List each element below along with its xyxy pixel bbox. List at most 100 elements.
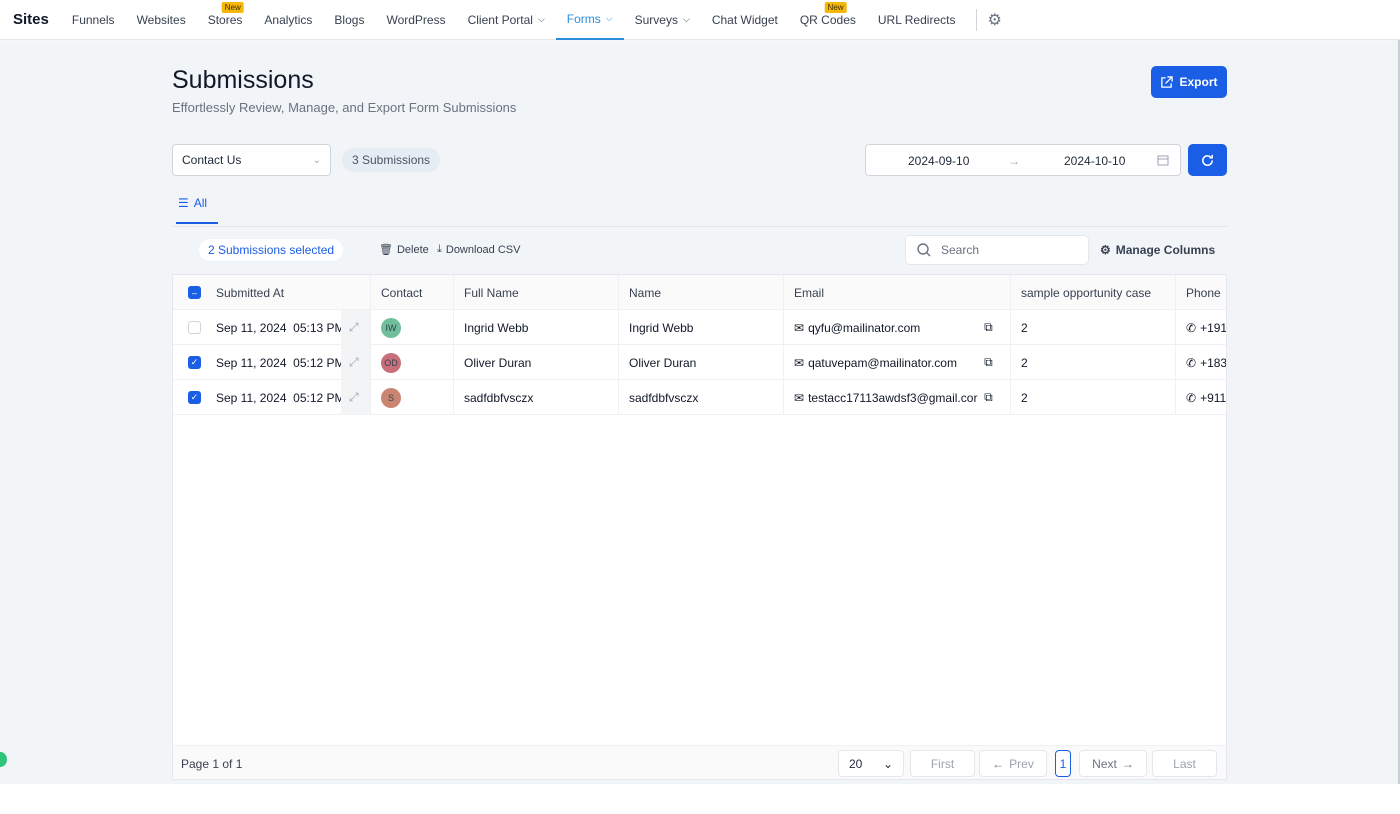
manage-columns-button[interactable]: ⚙ Manage Columns xyxy=(1100,243,1215,257)
nav-item-label: Funnels xyxy=(71,12,115,27)
page-1-button[interactable]: 1 xyxy=(1055,750,1071,777)
nav-item-label: Chat Widget xyxy=(711,12,778,27)
nav-item-stores[interactable]: Stores New xyxy=(197,0,254,40)
copy-icon[interactable]: ⧉ xyxy=(984,390,993,405)
phone: +911 xyxy=(1200,390,1227,405)
row-checkbox[interactable]: ✓ xyxy=(188,356,201,369)
nav-item-label: URL Redirects xyxy=(877,12,956,27)
avatar[interactable]: IW xyxy=(381,317,401,338)
full-name: Oliver Duran xyxy=(464,355,532,370)
copy-icon[interactable]: ⧉ xyxy=(984,320,993,335)
avatar[interactable]: S xyxy=(381,387,401,408)
name: sadfdbfvsczx xyxy=(629,390,699,405)
last-page-button[interactable]: Last xyxy=(1152,750,1217,777)
avatar[interactable]: OD xyxy=(381,352,401,373)
phone-icon: ✆ xyxy=(1186,355,1197,370)
table-row[interactable]: Sep 11, 2024 05:13 PM ⤢ IW Ingrid Webb Ingri… xyxy=(173,310,1226,345)
prev-label: Prev xyxy=(1009,756,1034,771)
download-label: Download CSV xyxy=(445,243,521,256)
end-date[interactable]: 2024-10-10 xyxy=(1064,154,1125,168)
submitted-at: Sep 11, 2024 05:12 PM xyxy=(216,355,341,370)
form-select-value: Contact Us xyxy=(182,153,242,167)
export-button[interactable]: Export xyxy=(1151,66,1227,98)
nav-item-label: Websites xyxy=(136,12,186,27)
tab-all-label: All xyxy=(193,196,208,210)
expand-icon[interactable]: ⤢ xyxy=(349,320,359,335)
column-header[interactable]: Phone xyxy=(1186,286,1221,300)
chevron-down-icon: ⌵ xyxy=(682,14,690,24)
nav-item-analytics[interactable]: Analytics xyxy=(253,0,323,40)
full-name: sadfdbfvsczx xyxy=(464,390,534,405)
table-row[interactable]: ✓ Sep 11, 2024 05:12 PM ⤢ OD Oliver Duran Oli… xyxy=(173,345,1226,380)
table-header: – Submitted At Contact Full Name Name Email sa… xyxy=(173,275,1226,310)
nav-item-forms[interactable]: Forms ⌵ xyxy=(555,0,624,40)
nav-item-label: QR Codes xyxy=(799,12,856,27)
email: testacc17113awdsf3@gmail.cor xyxy=(808,390,978,405)
page-title: Submissions xyxy=(172,66,314,94)
new-badge: New xyxy=(824,1,847,13)
column-header[interactable]: Submitted At xyxy=(216,286,284,300)
page-size-select[interactable]: 20 ⌄ xyxy=(838,750,904,777)
mail-icon: ✉ xyxy=(794,355,805,370)
row-checkbox[interactable] xyxy=(188,321,201,334)
expand-icon[interactable]: ⤢ xyxy=(349,390,359,405)
nav-item-client-portal[interactable]: Client Portal ⌵ xyxy=(457,0,556,40)
nav-divider xyxy=(976,8,978,31)
current-page: 1 xyxy=(1059,756,1067,771)
name: Oliver Duran xyxy=(629,355,697,370)
nav-item-blogs[interactable]: Blogs xyxy=(323,0,375,40)
settings-gear-icon[interactable]: ⚙ xyxy=(987,10,1001,30)
first-page-button[interactable]: First xyxy=(910,750,975,777)
gear-icon: ⚙ xyxy=(1100,243,1111,257)
phone-icon: ✆ xyxy=(1186,390,1197,405)
manage-columns-label: Manage Columns xyxy=(1115,243,1216,257)
nav-item-chat-widget[interactable]: Chat Widget xyxy=(701,0,789,40)
refresh-icon xyxy=(1202,154,1213,166)
chevron-down-icon: ⌄ xyxy=(882,756,893,771)
expand-icon[interactable]: ⤢ xyxy=(349,355,359,370)
row-checkbox[interactable]: ✓ xyxy=(188,391,201,404)
column-header[interactable]: Name xyxy=(629,286,661,300)
full-name: Ingrid Webb xyxy=(464,320,529,335)
download-icon: ⤓ xyxy=(437,243,442,255)
download-csv-button[interactable]: ⤓ Download CSV xyxy=(437,243,520,256)
nav-item-surveys[interactable]: Surveys ⌵ xyxy=(624,0,701,40)
submitted-at: Sep 11, 2024 05:13 PM xyxy=(216,320,341,335)
nav-item-websites[interactable]: Websites xyxy=(126,0,197,40)
search-placeholder: Search xyxy=(941,243,980,257)
table-footer: Page 1 of 1 20 ⌄ First ← Prev 1 Next → Last xyxy=(173,745,1226,779)
date-range-picker[interactable]: 2024-09-10 → 2024-10-10 xyxy=(865,144,1181,176)
copy-icon[interactable]: ⧉ xyxy=(984,355,993,370)
prev-page-button[interactable]: ← Prev xyxy=(979,750,1047,777)
start-date[interactable]: 2024-09-10 xyxy=(908,154,969,168)
table-row[interactable]: ✓ Sep 11, 2024 05:12 PM ⤢ Ssadfdbfvsczx sadf… xyxy=(173,380,1227,415)
column-header[interactable]: sample opportunity case xyxy=(1021,286,1151,300)
page-subtitle: Effortlessly Review, Manage, and Export … xyxy=(172,100,517,115)
delete-button[interactable]: 🗑 Delete xyxy=(379,243,429,257)
email: qyfu@mailinator.com xyxy=(808,320,921,335)
next-page-button[interactable]: Next → xyxy=(1079,750,1147,777)
nav-item-url-redirects[interactable]: URL Redirects xyxy=(867,0,967,40)
nav-item-qr-codes[interactable]: QR Codes New xyxy=(789,0,867,40)
submissions-count: 3 Submissions xyxy=(342,148,441,172)
top-nav: Sites Funnels Websites Stores New Analytics B… xyxy=(0,0,1400,40)
column-header[interactable]: Full Name xyxy=(464,286,519,300)
opportunity-case: 2 xyxy=(1021,320,1028,335)
column-header[interactable]: Email xyxy=(794,286,824,300)
arrow-left-icon: ← xyxy=(992,756,1005,771)
form-select[interactable]: Contact Us ⌄ xyxy=(172,144,331,176)
new-badge: New xyxy=(221,1,244,13)
search-input[interactable]: Search xyxy=(905,235,1089,265)
opportunity-case: 2 xyxy=(1021,355,1028,370)
nav-item-label: Forms xyxy=(566,11,601,26)
select-all-checkbox[interactable]: – xyxy=(188,286,201,299)
arrow-right-icon: → xyxy=(1121,756,1134,771)
nav-item-funnels[interactable]: Funnels xyxy=(61,0,126,40)
page-size-value: 20 xyxy=(849,756,863,771)
tab-all[interactable]: ☰ All xyxy=(176,196,218,224)
nav-item-label: Surveys xyxy=(634,12,678,27)
refresh-button[interactable] xyxy=(1188,144,1227,176)
nav-item-wordpress[interactable]: WordPress xyxy=(375,0,456,40)
search-icon xyxy=(917,243,931,257)
column-header[interactable]: Contact xyxy=(381,286,422,300)
